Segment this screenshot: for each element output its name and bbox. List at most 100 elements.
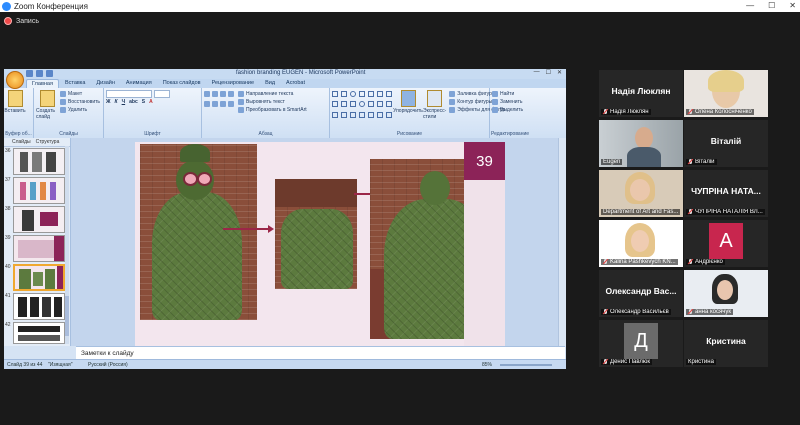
bullets-icon[interactable] xyxy=(204,90,234,98)
recording-indicator[interactable]: Запись xyxy=(4,15,39,27)
tab-review[interactable]: Рецензирование xyxy=(207,79,259,88)
slides-panel-scrollbar[interactable] xyxy=(65,146,69,344)
font-color-icon[interactable]: A xyxy=(149,99,153,105)
thumb-number: 38 xyxy=(5,206,11,212)
ppt-workarea: Слайды Структура 36 37 38 39 40 41 42 39… xyxy=(4,138,566,369)
window-controls: — ☐ ✕ xyxy=(746,1,796,10)
mic-muted-icon xyxy=(603,109,608,115)
tab-acrobat[interactable]: Acrobat xyxy=(281,79,310,88)
replace-button[interactable]: Заменить xyxy=(492,98,528,106)
avatar: Д xyxy=(624,323,658,359)
slide-thumb-selected[interactable] xyxy=(13,264,65,291)
italic-icon[interactable]: К xyxy=(115,99,118,105)
clipboard-group: Вставить Буфер об... xyxy=(4,88,34,138)
slide-thumb[interactable] xyxy=(13,206,65,233)
participant-tile[interactable]: ЧУПРІНА НАТА... ЧУПРІНА НАТАЛІЯ ВЛ... xyxy=(684,170,768,217)
participant-tile[interactable]: Віталій Віталій xyxy=(684,120,768,167)
thumb-number: 37 xyxy=(5,177,11,183)
slide-arrow xyxy=(223,225,274,233)
participant-tile[interactable]: A Андрієнко xyxy=(684,220,768,267)
participant-tile[interactable]: Олена Колосніченко xyxy=(684,70,768,117)
slide-thumb[interactable] xyxy=(13,235,65,262)
participant-label: Кристина xyxy=(686,359,716,365)
zoom-slider[interactable] xyxy=(500,364,552,366)
drawing-group: Упорядочить Экспресс-стили Заливка фигур… xyxy=(330,88,505,138)
participant-label: Kalina Pashkevych KN... xyxy=(601,259,678,265)
new-slide-button[interactable]: Создать слайд xyxy=(36,90,58,120)
smartart-button[interactable]: Преобразовать в SmartArt xyxy=(238,106,307,114)
participant-tile[interactable]: Надія Люклян Надія Люклян xyxy=(599,70,683,117)
tab-insert[interactable]: Вставка xyxy=(60,79,90,88)
participant-label: Олександр Васильєв xyxy=(601,309,671,315)
mic-muted-icon xyxy=(688,159,693,165)
participant-tile[interactable]: Олександр Вас... Олександр Васильєв xyxy=(599,270,683,317)
participant-tile[interactable]: Д Денис Павлюк xyxy=(599,320,683,367)
tab-view[interactable]: Вид xyxy=(260,79,280,88)
font-group: Ж К Чabc S A Шрифт xyxy=(104,88,202,138)
select-button[interactable]: Выделить xyxy=(492,106,528,114)
tab-home[interactable]: Главная xyxy=(26,79,59,88)
notes-pane[interactable]: Заметки к слайду xyxy=(76,346,565,360)
participant-label: ЧУПРІНА НАТАЛІЯ ВЛ... xyxy=(686,209,765,215)
mic-muted-icon xyxy=(688,259,693,265)
delete-button[interactable]: Удалить xyxy=(60,106,100,114)
participant-tile-active-speaker[interactable]: Eugen xyxy=(599,120,683,167)
slide-thumb[interactable] xyxy=(13,148,65,175)
slide-photo-front xyxy=(140,144,257,320)
slide-thumb[interactable] xyxy=(13,177,65,204)
layout-button[interactable]: Макет xyxy=(60,90,100,98)
shadow-icon[interactable]: S xyxy=(142,99,145,105)
tab-design[interactable]: Дизайн xyxy=(91,79,120,88)
font-size-box[interactable] xyxy=(154,90,170,98)
participant-tile[interactable]: Department of Art and Fas... xyxy=(599,170,683,217)
font-name-box[interactable] xyxy=(106,90,152,98)
status-language: Русский (Россия) xyxy=(88,362,128,368)
participant-label: анна косячук xyxy=(686,309,733,315)
status-slide: Слайд 39 из 44 xyxy=(7,362,43,368)
save-icon[interactable] xyxy=(26,70,33,77)
quick-styles-button[interactable]: Экспресс-стили xyxy=(423,90,446,120)
office-button[interactable] xyxy=(6,71,24,89)
participant-label: Надія Люклян xyxy=(601,109,651,115)
participant-label: Department of Art and Fas... xyxy=(601,209,681,215)
close-icon[interactable]: ✕ xyxy=(789,1,796,10)
undo-icon[interactable] xyxy=(36,70,43,77)
participant-label: Eugen xyxy=(601,159,623,165)
find-button[interactable]: Найти xyxy=(492,90,528,98)
shapes-gallery[interactable] xyxy=(332,91,393,120)
minimize-icon[interactable]: — xyxy=(746,1,754,10)
tab-animation[interactable]: Анимация xyxy=(121,79,157,88)
mic-muted-icon xyxy=(603,259,608,265)
participant-tile[interactable]: анна косячук xyxy=(684,270,768,317)
strike-icon[interactable]: abc xyxy=(129,99,138,105)
editing-group: Найти Заменить Выделить Редактирование xyxy=(490,90,530,137)
ribbon: Вставить Буфер об... Создать слайд Макет… xyxy=(4,88,566,139)
slides-group: Создать слайд Макет Восстановить Удалить… xyxy=(34,88,104,138)
bold-icon[interactable]: Ж xyxy=(106,99,111,105)
participant-label: Андрієнко xyxy=(686,259,725,265)
paste-button[interactable]: Вставить xyxy=(4,90,26,114)
restore-button[interactable]: Восстановить xyxy=(60,98,100,106)
align-text-button[interactable]: Выровнять текст xyxy=(238,98,307,106)
slides-panel: Слайды Структура 36 37 38 39 40 41 42 xyxy=(4,138,71,346)
tab-slideshow[interactable]: Показ слайдов xyxy=(158,79,206,88)
slide-thumb[interactable] xyxy=(13,322,65,344)
slide-vertical-scrollbar[interactable] xyxy=(558,138,566,346)
ppt-statusbar: Слайд 39 из 44 "Изящная" Русский (Россия… xyxy=(4,359,566,369)
text-direction-button[interactable]: Направление текста xyxy=(238,90,307,98)
avatar: A xyxy=(709,223,743,259)
redo-icon[interactable] xyxy=(46,70,53,77)
ppt-window-controls: — ☐ ✕ xyxy=(533,69,562,76)
participant-tile[interactable]: Кристина Кристина xyxy=(684,320,768,367)
tab-slides[interactable]: Слайды xyxy=(12,139,31,145)
tab-outline[interactable]: Структура xyxy=(36,139,60,145)
thumb-number: 42 xyxy=(5,322,11,328)
slide-thumb[interactable] xyxy=(13,293,65,320)
maximize-icon[interactable]: ☐ xyxy=(768,1,775,10)
arrange-button[interactable]: Упорядочить xyxy=(393,90,423,120)
slide-canvas: 39 xyxy=(71,138,566,354)
zoom-titlebar: Zoom Конференция — ☐ ✕ xyxy=(0,0,800,12)
participant-tile[interactable]: Kalina Pashkevych KN... xyxy=(599,220,683,267)
underline-icon[interactable]: Ч xyxy=(122,99,126,105)
align-icons[interactable] xyxy=(204,100,234,108)
